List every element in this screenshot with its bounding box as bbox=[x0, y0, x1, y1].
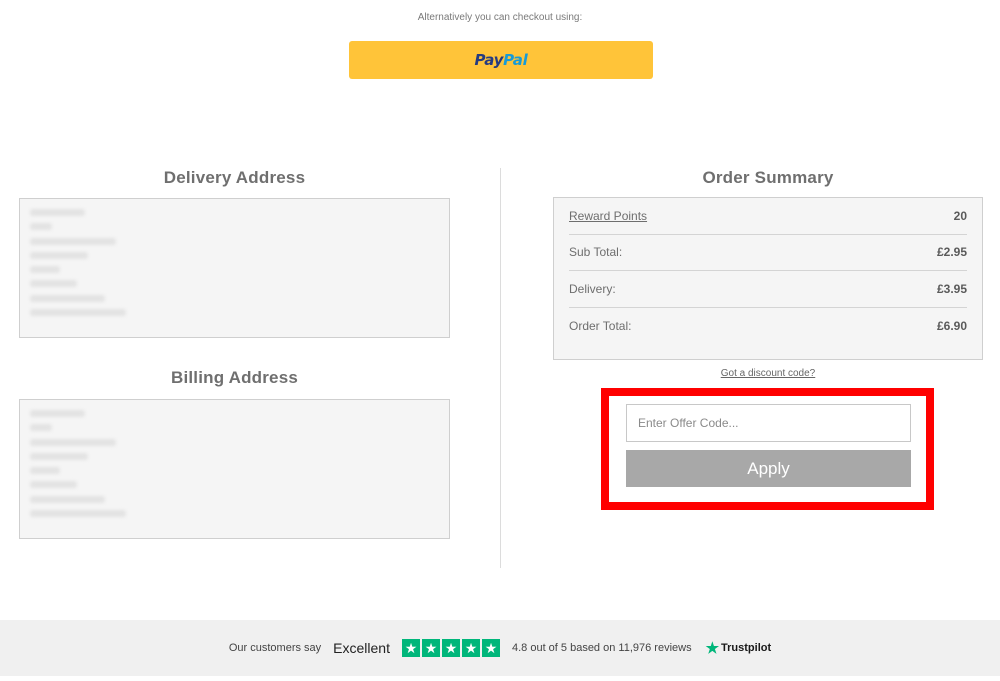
address-line-redacted bbox=[30, 495, 105, 503]
delivery-value: £3.95 bbox=[936, 281, 967, 296]
subtotal-label: Sub Total: bbox=[569, 245, 623, 260]
address-line-redacted bbox=[30, 251, 88, 259]
reward-points-value: 20 bbox=[953, 208, 967, 223]
reward-points-link[interactable]: Reward Points bbox=[569, 209, 647, 223]
star-icon: ★ bbox=[481, 639, 500, 657]
summary-row-subtotal: Sub Total: £2.95 bbox=[569, 235, 967, 271]
paypal-logo: PayPal bbox=[474, 51, 528, 69]
apply-button[interactable]: Apply bbox=[626, 450, 911, 487]
trustpilot-widget[interactable]: Our customers say Excellent ★ ★ ★ ★ ★ 4.… bbox=[0, 620, 1000, 676]
trustpilot-star-icon: ★ bbox=[705, 640, 720, 657]
address-line-redacted bbox=[30, 209, 85, 216]
address-line-redacted bbox=[30, 510, 126, 518]
order-summary-title: Order Summary bbox=[702, 168, 834, 187]
delivery-address-title: Delivery Address bbox=[163, 168, 306, 187]
address-line-redacted bbox=[30, 438, 116, 446]
summary-row-order-total: Order Total: £6.90 bbox=[569, 308, 967, 345]
trustpilot-stars: ★ ★ ★ ★ ★ bbox=[401, 639, 500, 657]
order-total-label: Order Total: bbox=[569, 318, 632, 333]
trustpilot-rating-text: 4.8 out of 5 based on 11,976 reviews bbox=[511, 642, 692, 654]
address-line-redacted bbox=[30, 309, 126, 317]
column-divider bbox=[500, 168, 501, 568]
address-line-redacted bbox=[30, 237, 116, 245]
address-line-redacted bbox=[30, 223, 52, 231]
address-line-redacted bbox=[30, 424, 52, 432]
trustpilot-excellent-text: Excellent bbox=[333, 640, 390, 656]
subtotal-value: £2.95 bbox=[936, 245, 967, 260]
star-icon: ★ bbox=[441, 639, 460, 657]
trustpilot-logo: ★ Trustpilot bbox=[706, 639, 772, 657]
offer-code-input[interactable] bbox=[626, 404, 911, 442]
trustpilot-brand: Trustpilot bbox=[721, 642, 772, 654]
trustpilot-say-text: Our customers say bbox=[228, 642, 322, 654]
summary-row-reward-points: Reward Points 20 bbox=[569, 198, 967, 235]
paypal-button[interactable]: PayPal bbox=[349, 41, 653, 79]
alt-checkout-text: Alternatively you can checkout using: bbox=[417, 12, 583, 23]
billing-address-box bbox=[19, 399, 450, 539]
address-line-redacted bbox=[30, 410, 85, 417]
address-line-redacted bbox=[30, 452, 88, 460]
order-total-value: £6.90 bbox=[936, 318, 967, 333]
address-line-redacted bbox=[30, 467, 60, 475]
order-summary-box: Reward Points 20 Sub Total: £2.95 Delive… bbox=[553, 197, 983, 360]
delivery-address-box bbox=[19, 198, 450, 338]
star-icon: ★ bbox=[421, 639, 440, 657]
star-icon: ★ bbox=[461, 639, 480, 657]
address-line-redacted bbox=[30, 481, 77, 489]
star-icon: ★ bbox=[401, 639, 420, 657]
summary-row-delivery: Delivery: £3.95 bbox=[569, 271, 967, 308]
delivery-label: Delivery: bbox=[569, 281, 616, 296]
address-line-redacted bbox=[30, 294, 105, 302]
address-line-redacted bbox=[30, 266, 60, 274]
address-line-redacted bbox=[30, 280, 77, 288]
billing-address-title: Billing Address bbox=[170, 368, 299, 387]
discount-code-link[interactable]: Got a discount code? bbox=[553, 368, 983, 379]
